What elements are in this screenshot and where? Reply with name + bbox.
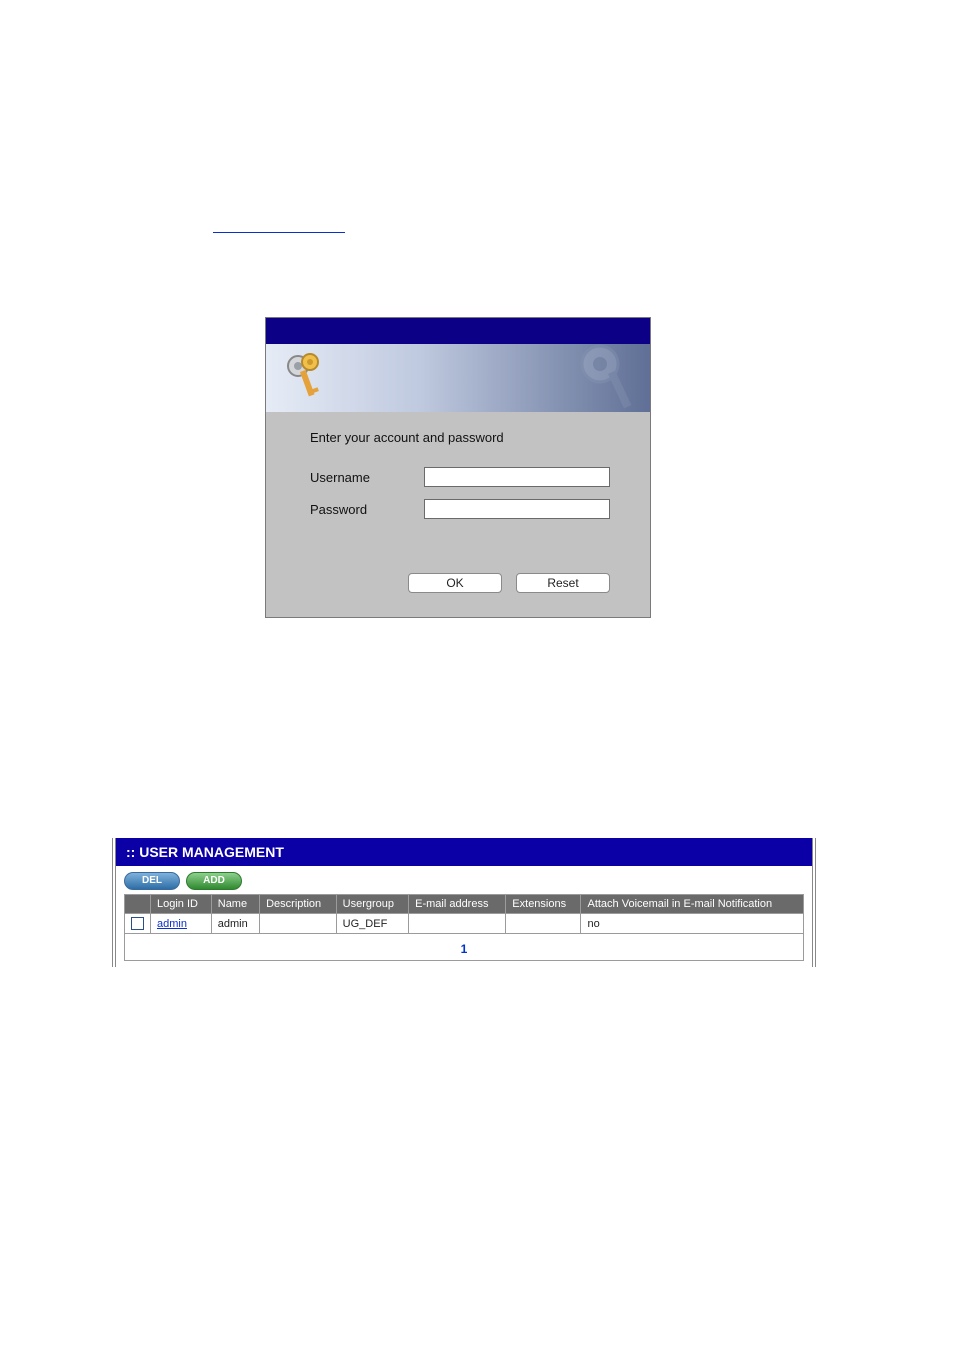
banner-decor-icon (530, 344, 650, 412)
panel-body: DEL ADD Login ID Name Description Usergr… (116, 866, 812, 967)
cell-extensions (506, 914, 581, 934)
reset-button[interactable]: Reset (516, 573, 610, 593)
login-id-link[interactable]: admin (157, 918, 187, 930)
ok-button[interactable]: OK (408, 573, 502, 593)
user-table: Login ID Name Description Usergroup E-ma… (124, 894, 804, 934)
cell-name: admin (211, 914, 259, 934)
panel-title: :: USER MANAGEMENT (116, 838, 812, 866)
user-management-panel: :: USER MANAGEMENT DEL ADD Login ID Name… (112, 838, 816, 967)
col-login-id: Login ID (151, 895, 212, 914)
password-row: Password (310, 499, 610, 519)
login-prompt: Enter your account and password (310, 430, 610, 467)
cell-usergroup: UG_DEF (336, 914, 408, 934)
login-dialog: Enter your account and password Username… (265, 317, 651, 618)
del-button[interactable]: DEL (124, 872, 180, 890)
username-input[interactable] (424, 467, 610, 487)
col-extensions: Extensions (506, 895, 581, 914)
col-description: Description (260, 895, 337, 914)
keys-icon (280, 352, 334, 409)
username-label: Username (310, 470, 424, 485)
password-label: Password (310, 502, 424, 517)
panel-toolbar: DEL ADD (124, 872, 804, 890)
password-input[interactable] (424, 499, 610, 519)
col-attach: Attach Voicemail in E-mail Notification (581, 895, 804, 914)
username-row: Username (310, 467, 610, 487)
row-checkbox[interactable] (131, 917, 144, 930)
dialog-banner (266, 344, 650, 412)
page-link[interactable]: 1 (461, 942, 468, 956)
pager: 1 (124, 934, 804, 961)
col-checkbox (125, 895, 151, 914)
col-email: E-mail address (409, 895, 506, 914)
link-fragment (213, 232, 345, 233)
login-form: Enter your account and password Username… (266, 412, 650, 617)
table-row: admin admin UG_DEF no (125, 914, 804, 934)
add-button[interactable]: ADD (186, 872, 242, 890)
login-button-row: OK Reset (310, 573, 610, 597)
cell-attach: no (581, 914, 804, 934)
col-name: Name (211, 895, 259, 914)
cell-description (260, 914, 337, 934)
cell-email (409, 914, 506, 934)
col-usergroup: Usergroup (336, 895, 408, 914)
dialog-title-bar (266, 318, 650, 344)
table-header-row: Login ID Name Description Usergroup E-ma… (125, 895, 804, 914)
